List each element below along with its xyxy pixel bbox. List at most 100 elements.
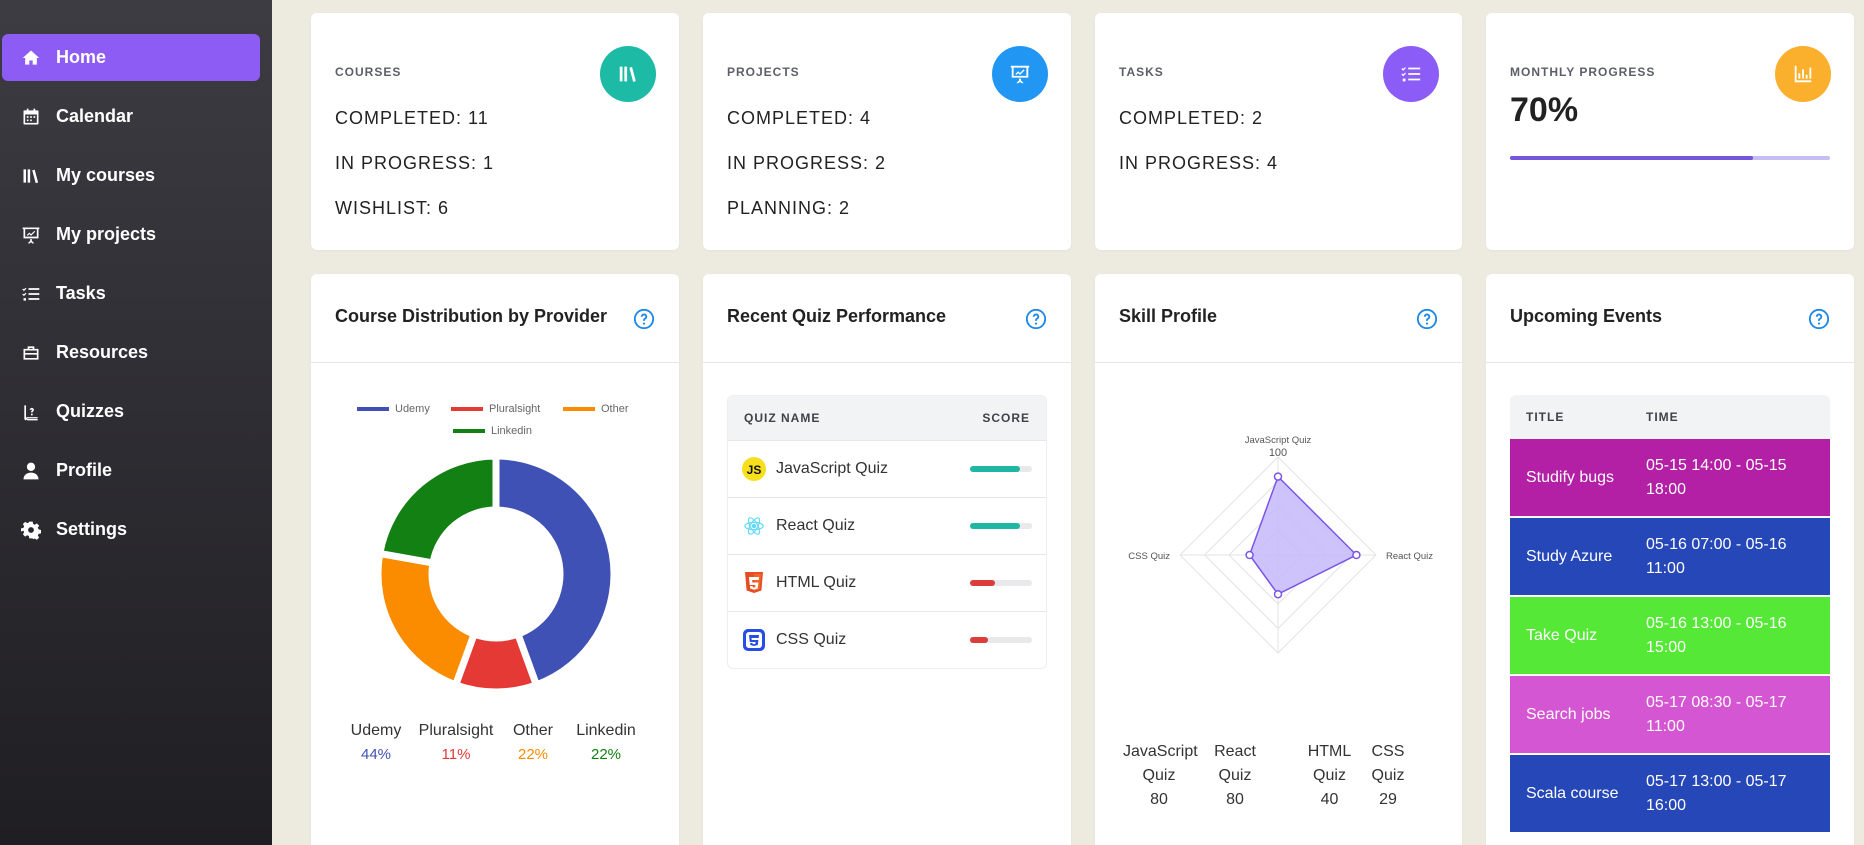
javascript-icon: JS bbox=[742, 457, 766, 481]
dist-name: Linkedin bbox=[576, 722, 636, 739]
progress-fill bbox=[1510, 156, 1754, 160]
help-icon[interactable] bbox=[1808, 308, 1830, 330]
quiz-name: HTML Quiz bbox=[776, 574, 857, 591]
radar-point-3[interactable] bbox=[1245, 550, 1254, 560]
stat-line: PLANNING: 2 bbox=[727, 198, 851, 218]
skill-name: React bbox=[1214, 743, 1256, 760]
score-bar bbox=[970, 523, 1032, 529]
event-title: Search jobs bbox=[1526, 705, 1611, 723]
table-row[interactable]: CSS Quiz bbox=[728, 611, 1046, 668]
sidebar-item-my-courses[interactable]: My courses bbox=[2, 152, 260, 199]
dist-pct: 22% bbox=[590, 746, 622, 763]
sidebar-item-profile[interactable]: Profile bbox=[2, 447, 260, 494]
legend-item-pluralsight[interactable]: Pluralsight bbox=[451, 403, 540, 415]
monthly-progress-card: MONTHLY PROGRESS 70% bbox=[1486, 13, 1854, 250]
radar-point-1[interactable] bbox=[1352, 550, 1361, 560]
score-fill bbox=[970, 523, 1020, 529]
dist-summary-pluralsight: Pluralsight 11% bbox=[416, 722, 496, 763]
event-time: 05-17 08:30 - 05-17 11:00 bbox=[1646, 693, 1787, 735]
radar-point-2[interactable] bbox=[1273, 589, 1283, 599]
quiz-name: CSS Quiz bbox=[776, 631, 847, 648]
table-row[interactable]: JS JavaScript Quiz bbox=[728, 440, 1046, 497]
card-title: Course Distribution by Provider bbox=[335, 306, 608, 326]
legend-item-udemy[interactable]: Udemy bbox=[357, 403, 430, 415]
skill-summary: React Quiz 80 bbox=[1210, 740, 1260, 812]
sidebar-item-label: Resources bbox=[56, 342, 149, 362]
quiz-book-icon bbox=[20, 401, 42, 423]
event-title: Scala course bbox=[1526, 784, 1619, 802]
home-icon bbox=[20, 47, 42, 69]
skill-value: 40 bbox=[1320, 791, 1339, 808]
course-distribution-card: Course Distribution by Provider Udemy Pl… bbox=[311, 274, 679, 845]
books-icon bbox=[20, 165, 42, 187]
quiz-performance-card: Recent Quiz Performance QUIZ NAME SCORE J… bbox=[703, 274, 1071, 845]
legend-item-linkedin[interactable]: Linkedin bbox=[453, 425, 532, 437]
event-row[interactable]: Take Quiz 05-16 13:00 - 05-16 15:00 bbox=[1510, 597, 1830, 676]
table-row[interactable]: React Quiz bbox=[728, 497, 1046, 554]
quiz-name: JavaScript Quiz bbox=[776, 460, 889, 477]
donut-slice-other[interactable] bbox=[374, 549, 479, 690]
dist-pct: 11% bbox=[441, 746, 471, 763]
dist-summary-udemy: Udemy 44% bbox=[341, 722, 411, 763]
radar-axis-label: React Quiz bbox=[1386, 551, 1433, 562]
col-time: TIME bbox=[1646, 410, 1679, 424]
col-quiz-name: QUIZ NAME bbox=[744, 411, 821, 425]
legend-label: Other bbox=[601, 403, 629, 415]
event-time: 05-17 13:00 - 05-17 16:00 bbox=[1646, 772, 1787, 814]
stat-label: PROJECTS bbox=[727, 65, 800, 79]
sidebar-item-quizzes[interactable]: Quizzes bbox=[2, 388, 260, 435]
legend-swatch bbox=[357, 407, 389, 411]
sidebar-item-resources[interactable]: Resources bbox=[2, 329, 260, 376]
legend-label: Pluralsight bbox=[489, 403, 541, 415]
sidebar-item-label: Quizzes bbox=[56, 401, 125, 421]
card-title: Skill Profile bbox=[1119, 306, 1218, 326]
donut-slice-linkedin[interactable] bbox=[375, 452, 500, 567]
skill-name: JavaScript bbox=[1123, 743, 1198, 760]
sidebar-item-settings[interactable]: Settings bbox=[2, 506, 260, 553]
help-icon[interactable] bbox=[1025, 308, 1047, 330]
dist-summary-other: Other 22% bbox=[503, 722, 563, 763]
tasks-stat-card: TASKS COMPLETED: 2 IN PROGRESS: 4 bbox=[1095, 13, 1462, 250]
skill-name: HTML bbox=[1307, 743, 1352, 760]
user-icon bbox=[20, 460, 42, 482]
radar-axis-label: CSS Quiz bbox=[1128, 551, 1170, 562]
monthly-progress-bar bbox=[1510, 156, 1830, 160]
sidebar-item-calendar[interactable]: Calendar bbox=[2, 93, 260, 140]
event-row[interactable]: Studify bugs 05-15 14:00 - 05-15 18:00 bbox=[1510, 439, 1830, 518]
legend-item-other[interactable]: Other bbox=[563, 403, 629, 415]
stat-line: IN PROGRESS: 1 bbox=[335, 153, 495, 173]
tasks-list-icon bbox=[20, 283, 42, 305]
table-row[interactable]: HTML Quiz bbox=[728, 554, 1046, 611]
skill-name: Quiz bbox=[1313, 767, 1346, 784]
help-icon[interactable] bbox=[633, 308, 655, 330]
sidebar-item-tasks[interactable]: Tasks bbox=[2, 270, 260, 317]
quiz-name: React Quiz bbox=[776, 517, 856, 534]
radar-point-0[interactable] bbox=[1273, 472, 1283, 481]
col-score: SCORE bbox=[982, 411, 1030, 425]
help-icon[interactable] bbox=[1416, 308, 1438, 330]
skill-value: 80 bbox=[1150, 791, 1168, 808]
skill-name: CSS bbox=[1371, 743, 1405, 760]
events-table: TITLE TIME Studify bugs 05-15 14:00 - 05-1… bbox=[1510, 395, 1830, 834]
stat-line: IN PROGRESS: 2 bbox=[727, 153, 887, 173]
event-time: 05-15 14:00 - 05-15 18:00 bbox=[1646, 456, 1787, 498]
calendar-icon bbox=[20, 106, 42, 128]
event-row[interactable]: Study Azure 05-16 07:00 - 05-16 11:00 bbox=[1510, 518, 1830, 597]
bar-chart-icon bbox=[1775, 46, 1831, 102]
sidebar-item-my-projects[interactable]: My projects bbox=[2, 211, 260, 258]
sidebar: Home Calendar My courses My projects Tas… bbox=[0, 0, 272, 845]
score-fill bbox=[970, 637, 988, 643]
col-title: TITLE bbox=[1526, 410, 1565, 424]
legend-swatch bbox=[453, 429, 485, 433]
sidebar-item-label: My projects bbox=[56, 224, 157, 244]
skill-value: 80 bbox=[1226, 791, 1244, 808]
score-fill bbox=[970, 466, 1020, 472]
radar-axis-label: JavaScript Quiz bbox=[1245, 435, 1312, 446]
event-row[interactable]: Scala course 05-17 13:00 - 05-17 16:00 bbox=[1510, 755, 1830, 834]
donut-chart bbox=[374, 452, 618, 696]
skill-name: Quiz bbox=[1142, 767, 1176, 784]
presentation-icon bbox=[20, 224, 42, 246]
event-row[interactable]: Search jobs 05-17 08:30 - 05-17 11:00 bbox=[1510, 676, 1830, 755]
event-title: Study Azure bbox=[1526, 547, 1613, 565]
sidebar-item-home[interactable]: Home bbox=[2, 34, 260, 81]
